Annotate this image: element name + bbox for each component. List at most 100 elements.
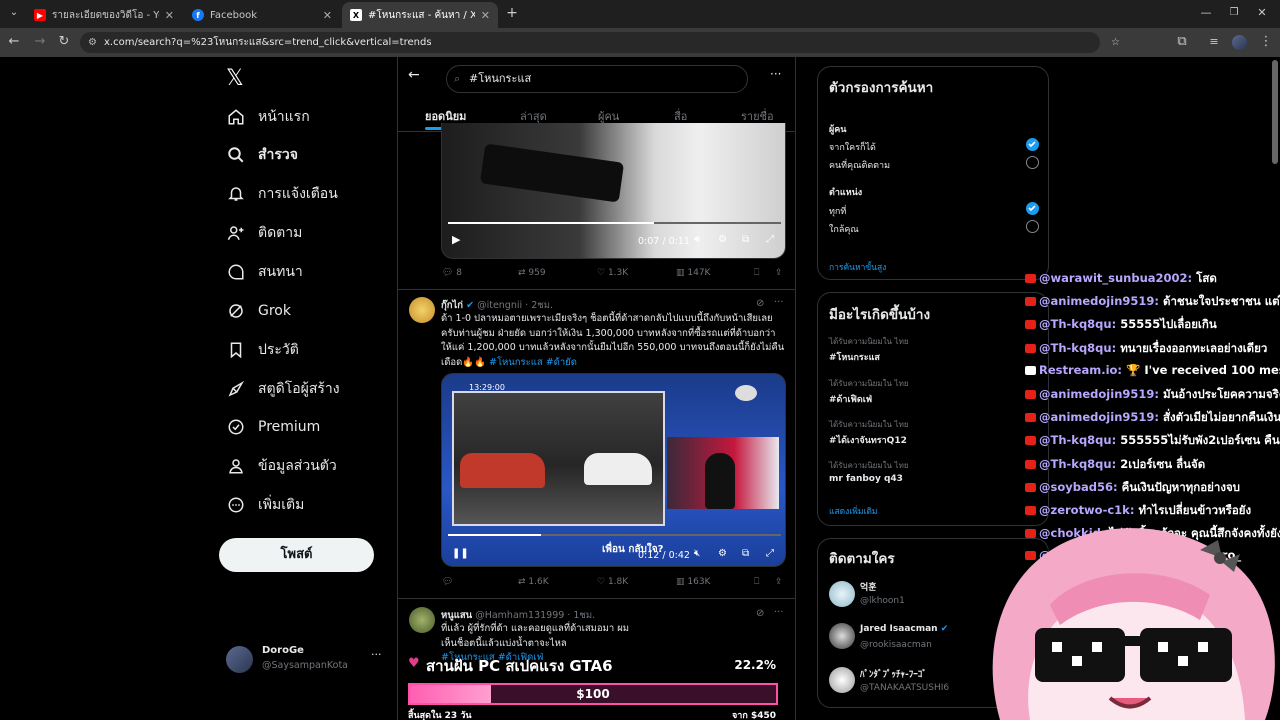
volume-icon[interactable]: 🔊︎ bbox=[694, 234, 700, 245]
settings-icon[interactable]: ⚙ bbox=[718, 234, 727, 245]
tweet-author[interactable]: หนูแสน bbox=[441, 610, 472, 621]
settings-icon[interactable]: ⚙ bbox=[718, 548, 727, 559]
pause-icon[interactable]: ❚❚ bbox=[452, 548, 469, 559]
account-switcher[interactable]: DoroGe @SaysampanKota ··· bbox=[226, 642, 386, 678]
tweet-author[interactable]: กุ๊กไก่ bbox=[441, 300, 463, 311]
browser-tab-facebook[interactable]: f Facebook ✕ bbox=[184, 2, 340, 28]
nav-item-more[interactable]: เพิ่มเติม bbox=[226, 491, 304, 519]
browser-menu-icon[interactable]: ⋮ bbox=[1258, 34, 1274, 50]
trend-item[interactable]: ได้รับความนิยมใน ไทย #โหนกระแส bbox=[829, 335, 909, 364]
chat-username: Restream.io: bbox=[1039, 362, 1123, 377]
nav-item-bookmarks[interactable]: ประวัติ bbox=[226, 336, 299, 364]
avatar[interactable] bbox=[409, 607, 435, 633]
repost-button[interactable]: ⇄ 959 bbox=[518, 268, 546, 278]
play-icon[interactable]: ▶ bbox=[452, 233, 460, 246]
show-more-link[interactable]: แสดงเพิ่มเติม bbox=[829, 504, 877, 518]
nav-item-follow[interactable]: ติดตาม bbox=[226, 219, 302, 247]
avatar[interactable] bbox=[409, 297, 435, 323]
repost-button[interactable]: ⇄ 1.6K bbox=[518, 577, 549, 587]
like-button[interactable]: ♡ 1.8K bbox=[597, 577, 628, 587]
views-button[interactable]: ▥ 163K bbox=[676, 577, 710, 587]
avatar bbox=[226, 646, 253, 673]
volume-icon[interactable]: 🔇︎ bbox=[694, 548, 700, 559]
reply-button[interactable]: 💬︎ 8 bbox=[442, 268, 462, 278]
grok-icon[interactable]: ⊘ bbox=[756, 608, 764, 619]
filter-near-you-radio[interactable] bbox=[1026, 220, 1039, 233]
nav-item-premium[interactable]: Premium bbox=[226, 413, 320, 441]
views-button[interactable]: ▥ 147K bbox=[676, 268, 710, 278]
new-tab-button[interactable]: + bbox=[504, 5, 520, 21]
extensions-icon[interactable]: ⧉ bbox=[1174, 34, 1190, 50]
filter-anyone-radio[interactable] bbox=[1026, 138, 1039, 151]
url-field[interactable]: ⚙ x.com/search?q=%23โหนกระแส&src=trend_c… bbox=[80, 32, 1120, 53]
browser-profile-avatar[interactable] bbox=[1232, 35, 1247, 50]
suggested-name[interactable]: ﾊﾟﾝﾀﾞﾌﾟｯﾁｬ-ﾌｰｺﾞ bbox=[860, 667, 927, 680]
page-scrollbar[interactable] bbox=[1272, 60, 1278, 164]
filter-following-radio[interactable] bbox=[1026, 156, 1039, 169]
reload-icon[interactable]: ↻ bbox=[56, 34, 72, 50]
pip-icon[interactable]: ⧉ bbox=[742, 548, 749, 559]
advanced-search-link[interactable]: การค้นหาขั้นสูง bbox=[829, 260, 886, 274]
media-icon[interactable]: ≡ bbox=[1206, 34, 1222, 50]
fullscreen-icon[interactable]: ⤢ bbox=[766, 548, 774, 559]
browser-tab-x[interactable]: X #โหนกระแส - ค้นหา / X ✕ bbox=[342, 2, 498, 28]
share-icon[interactable]: ⇪ bbox=[775, 268, 783, 278]
heart-icon: ♥ bbox=[408, 656, 420, 671]
nav-item-explore[interactable]: สำรวจ bbox=[226, 141, 298, 169]
video-progress-track[interactable] bbox=[448, 534, 781, 536]
filter-anywhere-radio[interactable] bbox=[1026, 202, 1039, 215]
browser-tab-youtube[interactable]: ▶ รายละเอียดของวิดีโอ - YouTube Stu ✕ bbox=[26, 2, 182, 28]
video-player[interactable]: 13:29:00 เพื่อน กลับใจ? ❚❚ 0:12 / 0:42 🔇… bbox=[441, 373, 786, 567]
minimize-button[interactable]: — bbox=[1198, 5, 1214, 21]
video-player[interactable]: ▶ 0:07 / 0:11 🔊︎ ⚙ ⧉ ⤢ bbox=[441, 123, 786, 259]
tab-search-icon[interactable]: ⌄ bbox=[6, 5, 22, 21]
tweet-more-icon[interactable]: ··· bbox=[774, 297, 784, 308]
bookmark-icon[interactable]: ⎕ bbox=[754, 268, 759, 278]
back-arrow-icon[interactable]: ← bbox=[408, 67, 420, 83]
post-button[interactable]: โพสต์ bbox=[219, 538, 374, 572]
avatar[interactable] bbox=[829, 581, 855, 607]
close-icon[interactable]: ✕ bbox=[481, 9, 490, 22]
avatar[interactable] bbox=[829, 623, 855, 649]
trend-item[interactable]: ได้รับความนิยมใน ไทย #ด้าเฟิดเฟ่ bbox=[829, 377, 909, 406]
pip-icon[interactable]: ⧉ bbox=[742, 234, 749, 245]
profile-more-icon[interactable]: ··· bbox=[371, 648, 382, 661]
site-info-icon[interactable]: ⚙ bbox=[88, 32, 97, 53]
profile-handle: @SaysampanKota bbox=[262, 660, 348, 671]
bookmark-star-icon[interactable]: ☆ bbox=[1111, 32, 1120, 53]
trend-meta: ได้รับความนิยมใน ไทย bbox=[829, 420, 909, 429]
goal-target: จาก $450 bbox=[732, 711, 776, 720]
nav-item-home[interactable]: หน้าแรก bbox=[226, 103, 310, 131]
maximize-button[interactable]: ❐ bbox=[1226, 5, 1242, 21]
close-icon[interactable]: ✕ bbox=[165, 9, 174, 22]
trend-item[interactable]: ได้รับความนิยมใน ไทย mr fanboy q43 bbox=[829, 459, 909, 484]
search-input[interactable]: ⌕ #โหนกระแส bbox=[446, 65, 748, 93]
forward-icon[interactable]: → bbox=[32, 34, 48, 50]
trend-item[interactable]: ได้รับความนิยมใน ไทย #ได้เงาจันทราQ12 bbox=[829, 418, 909, 447]
tweet-hashtags[interactable]: #โหนกระแส #ด้ายัด bbox=[489, 357, 577, 368]
close-icon[interactable]: ✕ bbox=[323, 9, 332, 22]
reply-button[interactable]: 💬︎ bbox=[442, 577, 453, 587]
x-logo-icon[interactable]: 𝕏 bbox=[226, 66, 244, 91]
youtube-icon bbox=[1025, 436, 1036, 446]
search-more-icon[interactable]: ··· bbox=[770, 67, 781, 81]
like-button[interactable]: ♡ 1.3K bbox=[597, 268, 628, 278]
nav-item-grok[interactable]: Grok bbox=[226, 297, 291, 325]
back-icon[interactable]: ← bbox=[6, 34, 22, 50]
divider bbox=[398, 598, 795, 599]
nav-item-profile[interactable]: ข้อมูลส่วนตัว bbox=[226, 452, 337, 480]
bookmark-icon bbox=[226, 340, 246, 360]
nav-item-notifications[interactable]: การแจ้งเตือน bbox=[226, 180, 338, 208]
grok-icon[interactable]: ⊘ bbox=[756, 298, 764, 309]
nav-item-chat[interactable]: สนทนา bbox=[226, 258, 303, 286]
nav-item-creator-studio[interactable]: สตูดิโอผู้สร้าง bbox=[226, 375, 340, 403]
suggested-name[interactable]: Jared Isaacman ✔ bbox=[860, 624, 948, 634]
bookmark-icon[interactable]: ⎕ bbox=[754, 577, 759, 587]
tweet-more-icon[interactable]: ··· bbox=[774, 607, 784, 618]
suggested-name[interactable]: 억훈 bbox=[860, 580, 877, 593]
share-icon[interactable]: ⇪ bbox=[775, 577, 783, 587]
fullscreen-icon[interactable]: ⤢ bbox=[766, 234, 774, 245]
avatar[interactable] bbox=[829, 667, 855, 693]
video-progress-track[interactable] bbox=[448, 222, 781, 224]
window-close-button[interactable]: ✕ bbox=[1254, 5, 1270, 21]
